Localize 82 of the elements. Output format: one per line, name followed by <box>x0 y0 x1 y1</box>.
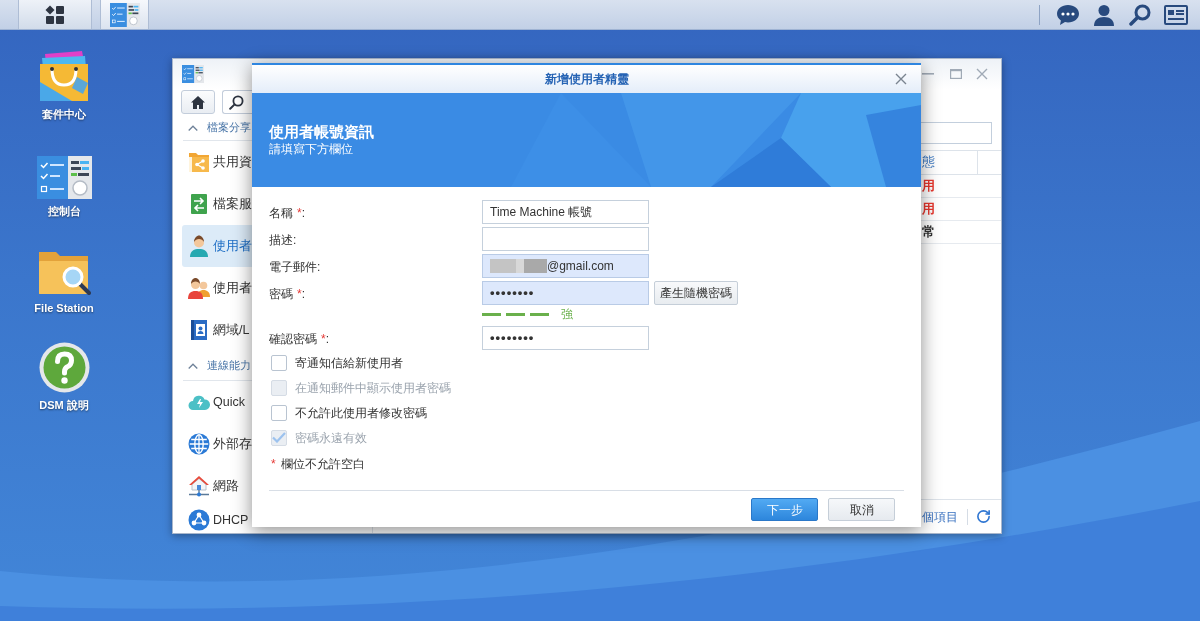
dialog-title: 新增使用者精靈 <box>544 71 629 88</box>
checkbox-label: 寄通知信給新使用者 <box>295 354 403 372</box>
folder-magnifier-icon <box>37 250 91 296</box>
desktop-shortcut[interactable]: DSM 說明 <box>14 333 114 430</box>
id-card-icon <box>1164 4 1188 25</box>
user-icon <box>1094 3 1114 26</box>
email-field[interactable]: @gmail.com <box>482 254 649 278</box>
user-icon <box>188 235 210 257</box>
taskbar-app-button[interactable] <box>100 0 149 29</box>
sidebar-item[interactable]: 外部存 <box>182 423 252 465</box>
item-count-text: 個項目 <box>921 508 958 526</box>
chevron-up-icon <box>188 362 198 369</box>
sidebar-item[interactable]: 使用者 <box>182 225 252 267</box>
desktop-shortcut[interactable]: 套件中心 <box>14 42 114 139</box>
close-button[interactable] <box>895 73 907 85</box>
network-nodes-icon <box>188 509 210 531</box>
home-icon <box>190 94 206 110</box>
file-transfer-icon <box>188 193 210 215</box>
checkbox-label: 在通知郵件中顯示使用者密碼 <box>295 379 451 397</box>
sidebar-item[interactable]: 共用資 <box>182 141 252 183</box>
control-panel-icon <box>109 2 140 27</box>
home-button[interactable] <box>181 90 215 114</box>
generate-password-button[interactable]: 產生隨機密碼 <box>654 281 738 305</box>
desktop-shortcut[interactable]: File Station <box>14 236 114 333</box>
refresh-icon <box>975 509 991 524</box>
cloud-bolt-icon <box>188 393 210 411</box>
field-label: 密碼 *: <box>269 287 305 301</box>
control-panel-icon <box>182 65 204 83</box>
checkmark-icon <box>272 432 286 443</box>
checkbox-label: 密碼永遠有效 <box>295 429 367 447</box>
question-mark-icon <box>38 342 90 393</box>
chat-bubble-icon <box>1056 3 1080 26</box>
minimize-icon <box>922 73 934 75</box>
grid-icon <box>45 4 65 25</box>
contact-book-icon <box>188 319 210 341</box>
shared-folder-icon <box>188 151 210 173</box>
sidebar-item[interactable]: 使用者 <box>182 267 252 309</box>
checkbox[interactable] <box>271 404 287 421</box>
banner-heading: 使用者帳號資訊 <box>269 123 374 141</box>
cancel-button[interactable]: 取消 <box>828 498 895 521</box>
table-cell-text: 用 <box>921 177 935 196</box>
field-label: 電子郵件: <box>269 260 321 274</box>
globe-icon <box>188 433 210 455</box>
required-note: * 欄位不允許空白 <box>271 455 365 473</box>
house-network-icon <box>188 475 210 497</box>
users-icon <box>188 277 210 299</box>
search-icon <box>229 94 244 110</box>
maximize-button[interactable] <box>950 68 962 80</box>
close-icon <box>895 73 907 85</box>
sidebar-item[interactable]: Quick <box>182 381 252 423</box>
banner-subheading: 請填寫下方欄位 <box>269 142 353 157</box>
search-icon <box>1129 3 1151 26</box>
search-field[interactable] <box>222 90 252 114</box>
input-field[interactable]: Time Machine 帳號 <box>482 200 649 224</box>
column-header: 態 <box>921 154 935 172</box>
field-label: 描述: <box>269 233 297 247</box>
checkbox-label: 不允許此使用者修改密碼 <box>295 404 427 422</box>
shopping-bag-icon <box>38 50 90 102</box>
input-field[interactable] <box>482 227 649 251</box>
refresh-button[interactable] <box>975 508 991 525</box>
maximize-icon <box>950 69 962 79</box>
control-panel-icon <box>36 156 92 199</box>
section-header[interactable]: 連線能力 <box>183 357 251 374</box>
sidebar-item[interactable]: DHCP <box>182 507 252 533</box>
section-header[interactable]: 檔案分享 <box>183 119 251 136</box>
filter-field[interactable] <box>921 122 992 144</box>
field-label: 名稱 *: <box>269 206 305 220</box>
table-cell-text: 用 <box>921 200 935 219</box>
close-button[interactable] <box>976 68 988 80</box>
close-icon <box>976 68 988 80</box>
chevron-up-icon <box>188 124 198 131</box>
checkbox[interactable] <box>271 354 287 371</box>
password-field[interactable]: •••••••• <box>482 281 649 305</box>
strength-label: 強 <box>561 306 573 323</box>
field-label: 確認密碼 *: <box>269 332 329 346</box>
password-field[interactable]: •••••••• <box>482 326 649 350</box>
desktop-shortcut[interactable]: 控制台 <box>14 139 114 236</box>
sidebar-item[interactable]: 檔案服 <box>182 183 252 225</box>
sidebar-item[interactable]: 網路 <box>182 465 252 507</box>
table-cell-text: 常 <box>921 223 935 242</box>
sidebar-item[interactable]: 網域/L <box>182 309 252 351</box>
main-menu-button[interactable] <box>18 0 92 29</box>
